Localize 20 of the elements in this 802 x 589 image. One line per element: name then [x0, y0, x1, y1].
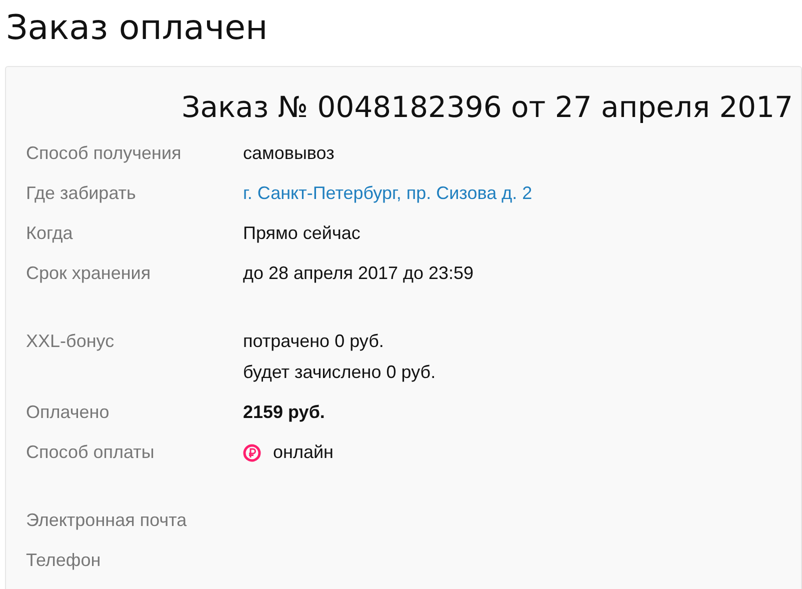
field-label: Оплачено [26, 402, 110, 422]
field-value: до 28 апреля 2017 до 23:59 [243, 262, 474, 285]
field-label: Способ оплаты [26, 442, 154, 462]
ruble-icon [243, 444, 261, 462]
field-label: XXL-бонус [26, 331, 114, 351]
field-value: потрачено 0 руб. [243, 330, 385, 353]
field-value: 2159 руб. [243, 401, 325, 424]
field-label: Когда [26, 223, 73, 243]
field-label: Срок хранения [26, 263, 151, 283]
field-label: Электронная почта [26, 510, 187, 530]
field-value: будет зачислено 0 руб. [243, 361, 436, 384]
field-label: Способ получения [26, 143, 182, 163]
order-heading: Заказ № 0048182396 от 27 апреля 2017 [182, 89, 793, 126]
field-value: онлайн [273, 441, 334, 464]
page-title: Заказ оплачен [5, 7, 269, 50]
address-link[interactable]: г. Санкт-Петербург, пр. Сизова д. 2 [243, 178, 532, 209]
field-label: Где забирать [26, 183, 136, 203]
field-value: самовывоз [243, 142, 334, 165]
field-label: Телефон [26, 550, 101, 570]
field-value: Прямо сейчас [243, 222, 360, 245]
